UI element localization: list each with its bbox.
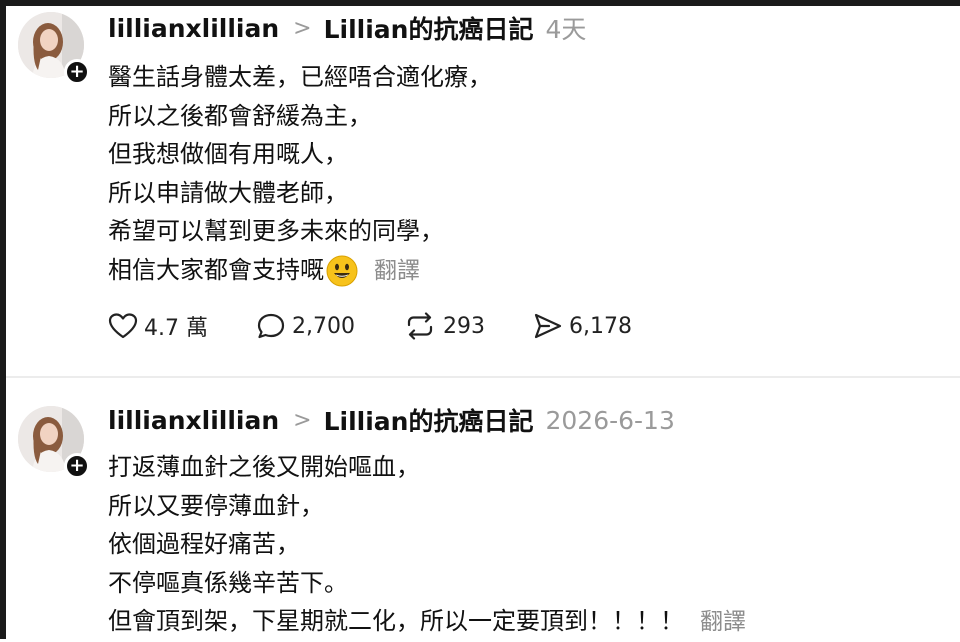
post-text: 打返薄血針之後又開始嘔血， 所以又要停薄血針， 依個過程好痛苦， 不停嘔真係幾辛… xyxy=(108,448,746,642)
topic-link[interactable]: Lillian的抗癌日記 xyxy=(324,10,534,46)
post-line: 希望可以幫到更多未來的同學， xyxy=(108,217,444,245)
avatar[interactable]: + xyxy=(18,12,90,85)
post-last-line: 相信大家都會支持嘅 翻譯 xyxy=(108,251,492,291)
post-header: lillianxlillian > Lillian的抗癌日記 4天 xyxy=(108,8,586,48)
follow-plus-icon[interactable]: + xyxy=(64,59,90,85)
share-count: 6,178 xyxy=(568,313,632,339)
smiley-emoji-icon xyxy=(326,255,358,286)
post-line: 但會頂到架，下星期就二化，所以一定要頂到！！！！ xyxy=(108,607,684,635)
heart-icon xyxy=(108,313,138,339)
repost-button[interactable]: 293 xyxy=(403,312,485,340)
post: + lillianxlillian > Lillian的抗癌日記 4天 醫生話身… xyxy=(6,6,960,378)
post-line: 依個過程好痛苦， xyxy=(108,530,300,558)
send-icon xyxy=(534,313,562,339)
comment-count: 2,700 xyxy=(291,313,355,339)
avatar[interactable]: + xyxy=(18,406,90,479)
translate-link[interactable]: 翻譯 xyxy=(374,258,420,284)
post-line: 但我想做個有用嘅人， xyxy=(108,140,348,168)
timestamp: 2026-6-13 xyxy=(545,405,675,435)
username-link[interactable]: lillianxlillian xyxy=(108,406,279,435)
chevron-right-icon: > xyxy=(293,15,312,41)
comment-button[interactable]: 2,700 xyxy=(256,312,355,340)
timestamp: 4天 xyxy=(545,15,587,44)
post-divider xyxy=(6,376,960,378)
post-line: 所以之後都會舒緩為主， xyxy=(108,101,372,130)
post-line: 相信大家都會支持嘅 xyxy=(108,255,324,284)
post-text: 醫生話身體太差，已經唔合適化療， 所以之後都會舒緩為主， 但我想做個有用嘅人， … xyxy=(108,58,492,290)
post-header: lillianxlillian > Lillian的抗癌日記 2026-6-13 xyxy=(108,400,675,440)
username-link[interactable]: lillianxlillian xyxy=(108,14,279,43)
translate-link[interactable]: 翻譯 xyxy=(700,609,746,635)
post-line: 所以申請做大體老師， xyxy=(108,178,348,207)
comment-icon xyxy=(257,313,285,339)
like-count: 4.7 萬 xyxy=(144,316,208,341)
post-line: 打返薄血針之後又開始嘔血， xyxy=(108,453,420,481)
post-line: 所以又要停薄血針， xyxy=(108,491,324,520)
like-button[interactable]: 4.7 萬 xyxy=(108,310,208,342)
post-line: 醫生話身體太差，已經唔合適化療， xyxy=(108,63,492,91)
topic-link[interactable]: Lillian的抗癌日記 xyxy=(324,402,534,438)
action-bar: 4.7 萬 2,700 293 6,178 xyxy=(108,308,680,344)
post-last-line: 但會頂到架，下星期就二化，所以一定要頂到！！！！ 翻譯 xyxy=(108,602,746,642)
post-line: 不停嘔真係幾辛苦下。 xyxy=(108,568,348,597)
post: + lillianxlillian > Lillian的抗癌日記 2026-6-… xyxy=(6,380,960,639)
chevron-right-icon: > xyxy=(293,407,312,433)
follow-plus-icon[interactable]: + xyxy=(64,453,90,479)
repost-count: 293 xyxy=(442,313,485,339)
share-button[interactable]: 6,178 xyxy=(533,312,632,340)
repost-icon xyxy=(407,312,433,340)
